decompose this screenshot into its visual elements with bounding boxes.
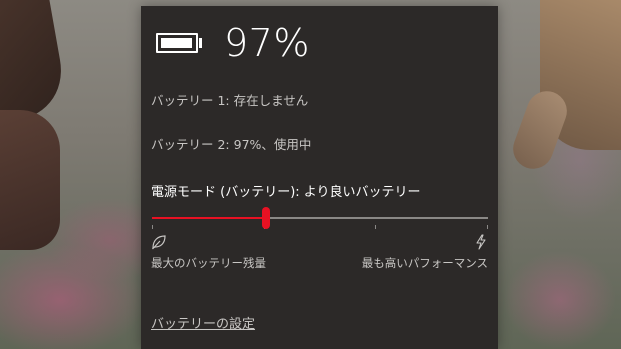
battery-tip <box>199 38 202 48</box>
slider-tick <box>375 225 376 229</box>
battery-icon <box>156 33 198 53</box>
battery-level-fill <box>161 38 192 48</box>
wallpaper-shape <box>0 0 71 120</box>
lightning-icon <box>473 234 489 250</box>
wallpaper-shape <box>0 110 60 250</box>
battery-percentage: 97% <box>224 21 310 65</box>
battery-header: 97% <box>156 24 310 62</box>
slider-fill <box>152 217 266 219</box>
slider-tick <box>152 225 153 229</box>
battery-settings-link[interactable]: バッテリーの設定 <box>151 313 255 332</box>
power-mode-title: 電源モード (バッテリー): より良いバッテリー <box>151 185 421 200</box>
slider-tick <box>487 225 488 229</box>
desktop-background: 97% バッテリー 1: 存在しません バッテリー 2: 97%、使用中 電源モ… <box>0 0 621 349</box>
leaf-icon <box>151 234 167 250</box>
battery-1-status: バッテリー 1: 存在しません <box>151 93 309 108</box>
battery-flyout: 97% バッテリー 1: 存在しません バッテリー 2: 97%、使用中 電源モ… <box>141 6 498 349</box>
slider-thumb[interactable] <box>262 207 270 229</box>
max-battery-label: 最大のバッテリー残量 <box>151 256 266 270</box>
best-performance-label: 最も高いパフォーマンス <box>361 256 488 270</box>
battery-2-status: バッテリー 2: 97%、使用中 <box>151 137 312 152</box>
power-mode-slider[interactable] <box>152 206 488 230</box>
